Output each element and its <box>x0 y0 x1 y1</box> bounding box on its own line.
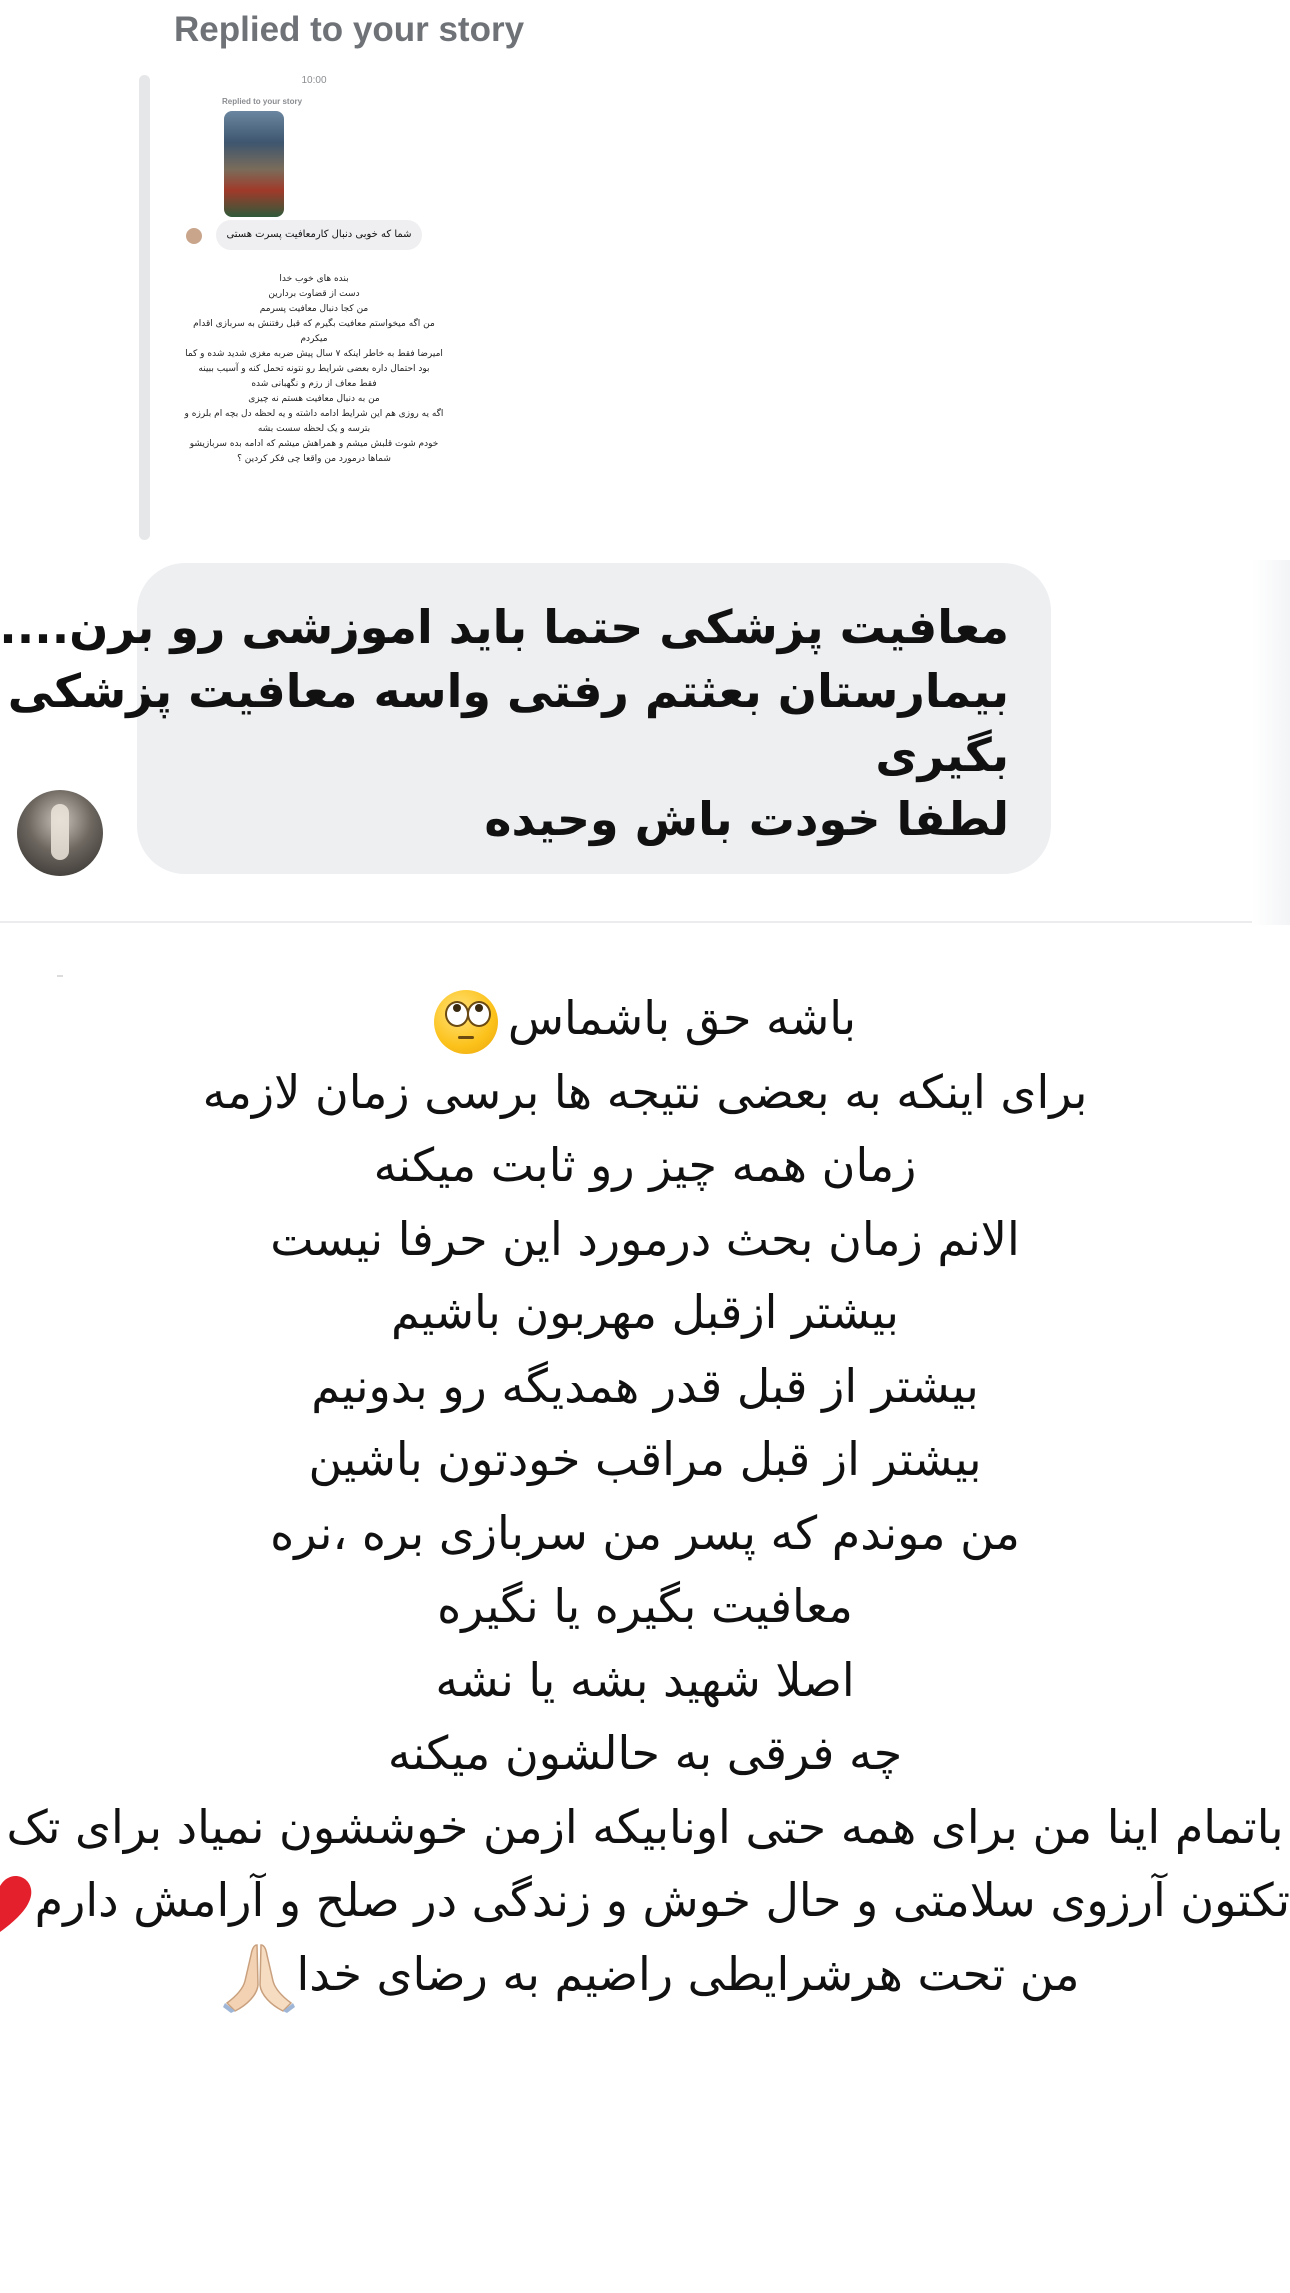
story-text-line: شماها درمورد من واقعا چی فکر کردین ؟ <box>237 454 391 464</box>
post-line-text: من تحت هرشرایطی راضیم به رضای خدا <box>296 1946 1080 2001</box>
story-text-line: اگه یه روزی هم این شرایط ادامه داشته و ی… <box>184 409 444 419</box>
post-line-9: معافیت بگیره یا نگیره <box>437 1579 853 1633</box>
post-line-12: باتمام اینا من برای همه حتی اونابیکه ازم… <box>6 1799 1284 1854</box>
post-line-2: برای اینکه به بعضی نتیجه ها برسی زمان لا… <box>202 1064 1088 1119</box>
face-with-rolling-eyes-icon <box>433 989 498 1054</box>
story-text-line: من به دنبال معافیت هستم نه چیزی <box>248 394 380 404</box>
story-replied-label: Replied to your story <box>222 97 303 106</box>
sender-avatar[interactable] <box>17 790 103 876</box>
post-line-5: بیشتر ازقبل مهربون باشیم <box>391 1285 899 1339</box>
folded-hands-icon <box>221 1941 297 2013</box>
post-line-text: باشه حق باشماس <box>507 991 857 1045</box>
story-reply-bubble: شما که خوبی دنبال کارمعافیت پسرت هستی <box>216 220 422 250</box>
avatar-figure <box>51 804 69 860</box>
right-edge-shadow <box>1252 560 1290 925</box>
replied-to-story-label: Replied to your story <box>174 10 525 49</box>
post-line-text: تکتون آرزوی سلامتی و حال خوش و زندگی در … <box>34 1873 1290 1927</box>
post-line-6: بیشتر از قبل قدر همدیگه رو بدونیم <box>311 1358 979 1413</box>
post-line-4: الانم زمان بحث درمورد این حرفا نیست <box>270 1211 1020 1266</box>
post-line-11: چه فرقی به حالشون میکنه <box>387 1726 903 1780</box>
decorative-dot <box>57 975 63 977</box>
story-text-line: میکردم <box>300 334 328 344</box>
message-line: بیمارستان بعثتم رفتی واسه معافیت پزشکی <box>7 664 1009 718</box>
section-divider <box>0 921 1252 923</box>
story-text-line: امیرضا فقط به خاطر اینکه ۷ سال پیش ضربه … <box>185 349 443 359</box>
story-text-line: من اگه میخواستم معافیت بگیرم که قبل رفتن… <box>193 319 435 329</box>
story-photo <box>224 111 284 217</box>
story-text: بنده های خوب خدا دست از قضاوت بردارین من… <box>184 272 444 467</box>
post-line-7: بیشتر از قبل مراقب خودتون باشین <box>308 1432 982 1486</box>
story-text-line: بنده های خوب خدا <box>279 274 349 284</box>
post-line-3: زمان همه چیز رو ثابت میکنه <box>373 1138 917 1192</box>
post-text: باشه حق باشماس برای اینکه به بعضی نتیجه … <box>0 982 1290 2013</box>
story-text-line: دست از قضاوت بردارین <box>268 289 360 299</box>
message-line: معافیت پزشکی حتما باید اموزشی رو برن.... <box>0 600 1009 654</box>
story-text-line: بترسه و یک لحظه سست بشه <box>257 424 371 434</box>
message-line: بگیری <box>875 728 1009 782</box>
post-line-1: باشه حق باشماس <box>0 982 1290 1056</box>
red-heart-icon <box>0 1872 35 1936</box>
message-line: لطفا خودت باش وحیده <box>484 792 1009 846</box>
reply-quote-bar <box>139 75 150 540</box>
story-text-line: من کجا دنبال معافیت پسرمم <box>259 304 369 314</box>
post-line-13: تکتون آرزوی سلامتی و حال خوش و زندگی در … <box>0 1864 1290 1938</box>
message-bubble[interactable]: معافیت پزشکی حتما باید اموزشی رو برن....… <box>0 563 1051 874</box>
post-line-14: من تحت هرشرایطی راضیم به رضای خدا <box>0 1938 1290 2013</box>
post-line-8: من موندم که پسر من سربازی بره ،نره <box>270 1505 1020 1560</box>
story-time: 10:00 <box>301 75 327 86</box>
story-preview-thumbnail[interactable]: 10:00 Replied to your story شما که خوبی … <box>174 75 454 535</box>
story-text-line: بود احتمال داره بعضی شرایط رو نتونه تحمل… <box>198 364 430 374</box>
story-text-line: خودم شوت قلبش میشم و همراهش میشم که ادام… <box>189 439 439 449</box>
story-avatar <box>186 228 202 244</box>
post-line-10: اصلا شهید بشه یا نشه <box>435 1652 855 1707</box>
story-text-line: فقط معاف از رزم و نگهبانی شده <box>251 379 377 389</box>
